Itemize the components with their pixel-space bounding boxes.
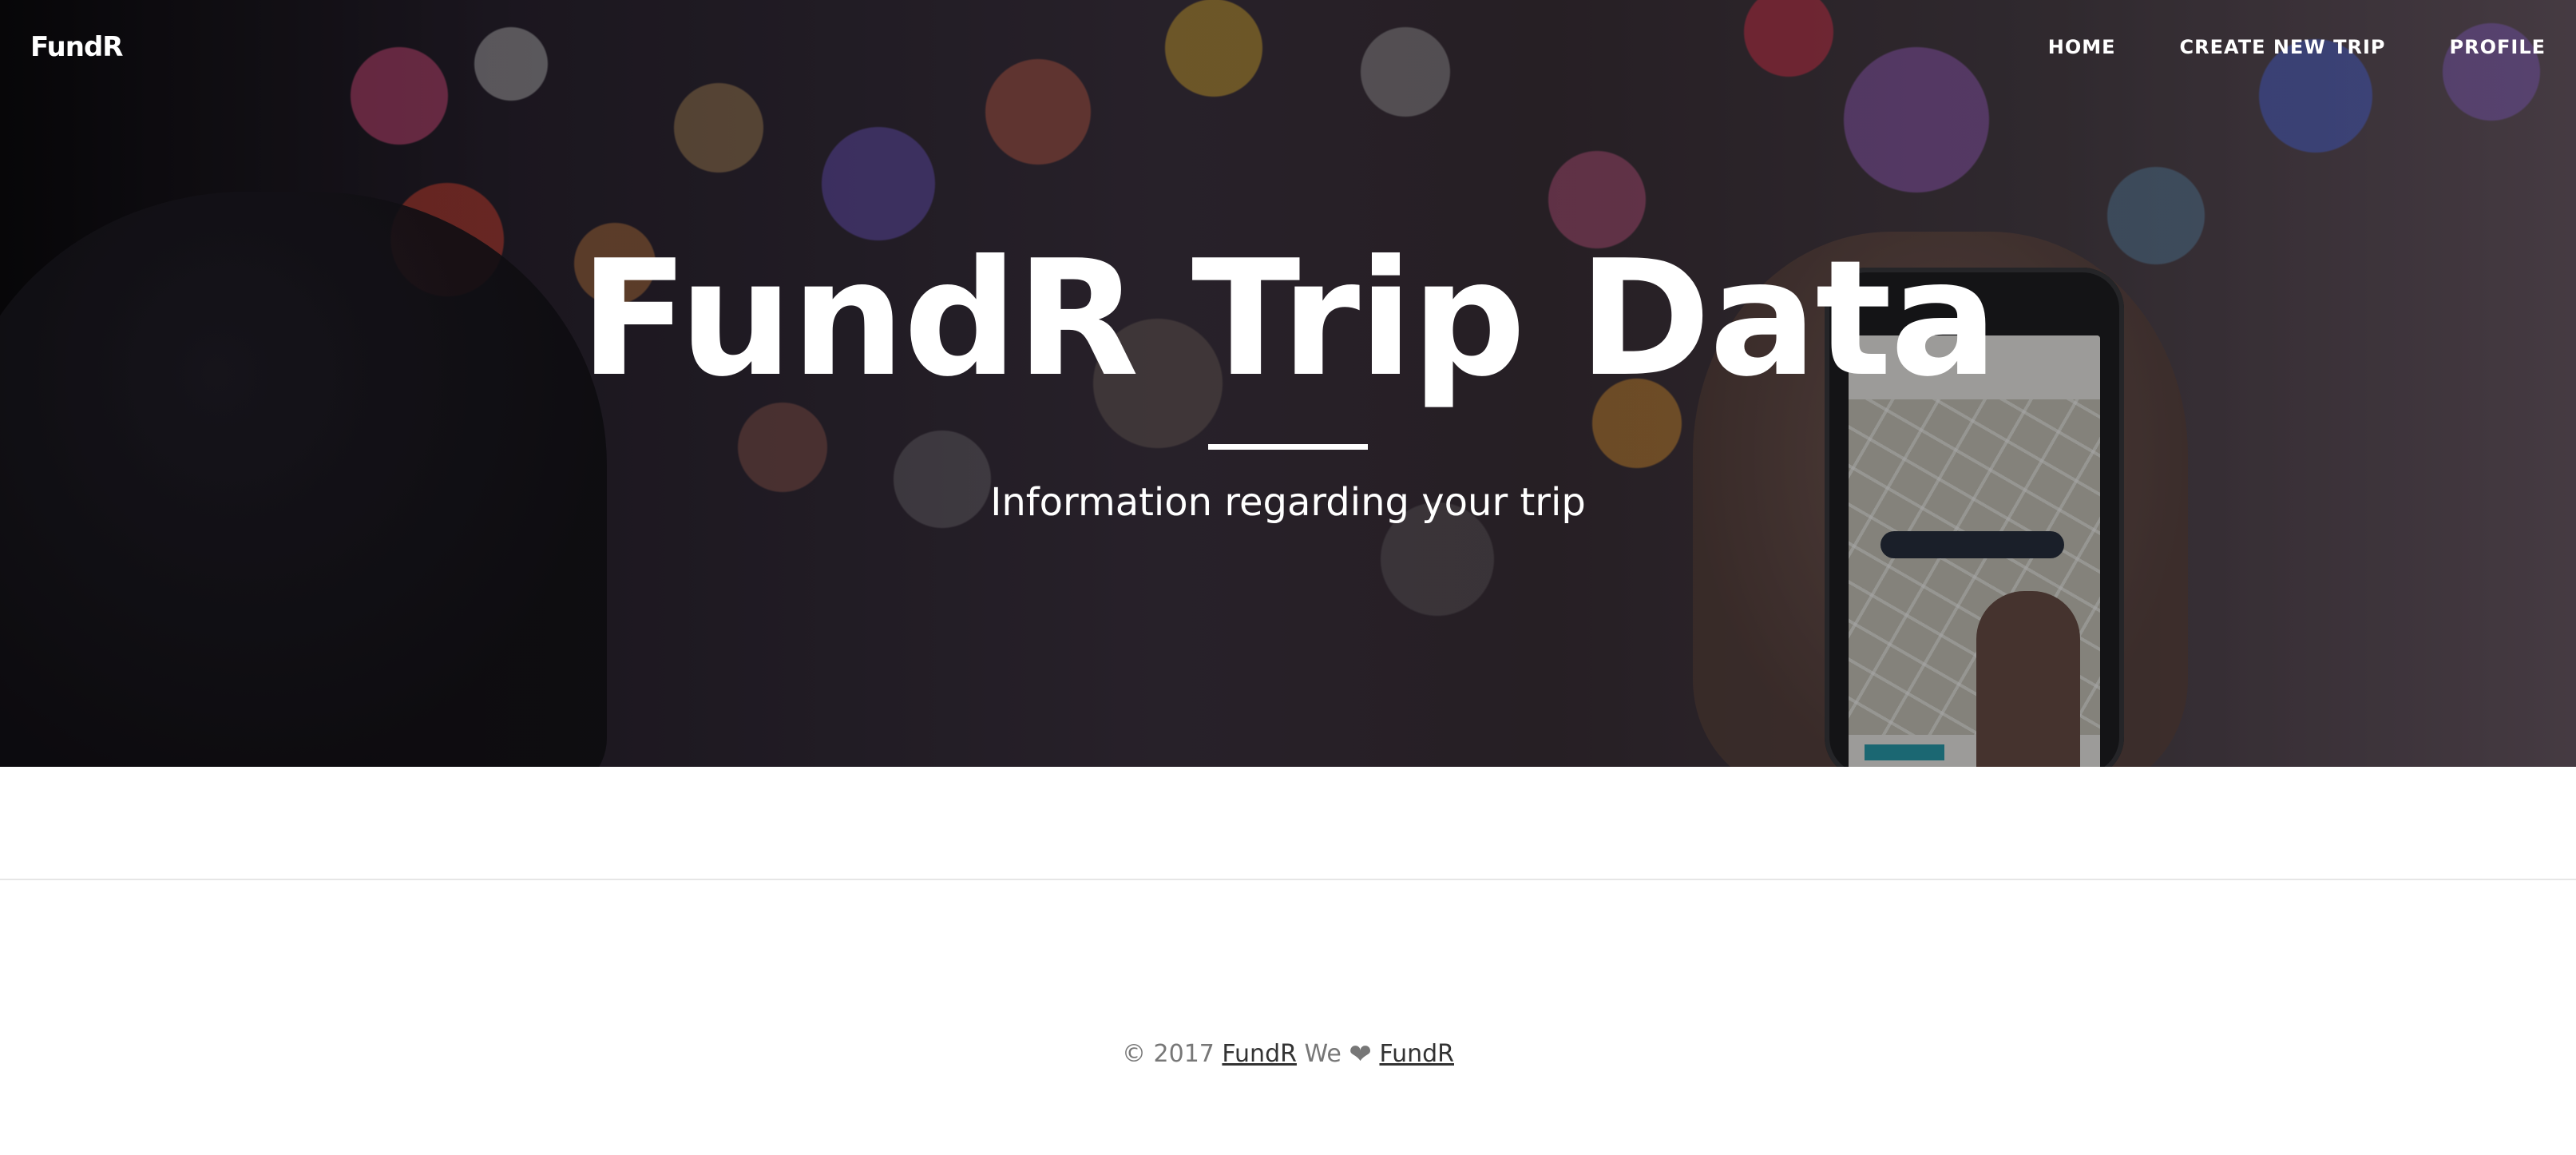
footer-copyright: © 2017 [1121,1040,1215,1068]
footer: © 2017 FundR We ❤ FundR [0,1038,2576,1070]
section-divider [0,879,2576,880]
footer-fundr-link[interactable]: FundR [1222,1040,1297,1068]
nav-links: HOME CREATE NEW TRIP PROFILE [2048,36,2546,58]
footer-fundr-link-2[interactable]: FundR [1379,1040,1454,1068]
nav-profile-link[interactable]: PROFILE [2450,36,2546,58]
nav-create-new-trip-link[interactable]: CREATE NEW TRIP [2180,36,2386,58]
hero-divider [1208,444,1368,450]
nav-home-link[interactable]: HOME [2048,36,2116,58]
hero-subtitle: Information regarding your trip [990,480,1586,525]
navbar: FundR HOME CREATE NEW TRIP PROFILE [0,0,2576,94]
page-title: FundR Trip Data [579,226,1998,412]
brand-logo[interactable]: FundR [30,31,123,63]
footer-we-text: We [1304,1040,1342,1068]
hero-content: FundR Trip Data Information regarding yo… [0,226,2576,526]
heart-icon: ❤ [1349,1038,1372,1070]
